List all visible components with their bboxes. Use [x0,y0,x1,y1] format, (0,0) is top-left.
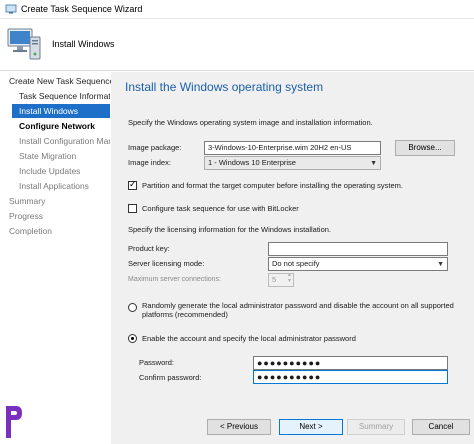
summary-button: Summary [347,419,405,435]
image-package-field[interactable]: 3-Windows-10-Enterprise.wim 20H2 en-US [204,141,381,155]
sidebar-item-task-sequence-information: Task Sequence Informatio [19,91,110,101]
sidebar-item-progress: Progress [9,211,44,221]
sidebar-item-include-updates: Include Updates [19,166,81,176]
window-title: Create Task Sequence Wizard [21,4,143,14]
server-licensing-label: Server licensing mode: [128,259,205,268]
image-package-label: Image package: [128,143,182,152]
password-label: Password: [139,358,175,367]
random-password-label-line2: platforms (recommended) [142,310,228,319]
title-bar: Create Task Sequence Wizard [0,0,474,19]
server-licensing-value: Do not specify [272,259,320,268]
cancel-button[interactable]: Cancel [412,419,470,435]
max-connections-value: 5 [272,275,277,284]
image-index-label: Image index: [128,158,171,167]
password-value: ●●●●●●●●●● [257,358,322,368]
random-password-radio[interactable] [128,303,137,312]
server-licensing-select[interactable]: Do not specify ▼ [268,257,448,271]
previous-button[interactable]: < Previous [207,419,271,435]
sidebar-item-completion: Completion [9,226,52,236]
partition-checkbox[interactable]: ✓ [128,179,137,190]
brand-logo-icon [6,406,22,438]
sidebar-item-install-configuration-manager: Install Configuration Mar [19,136,110,146]
sidebar-item-create-new-task-sequence: Create New Task Sequence [9,76,115,86]
wizard-footer: < Previous Next > Summary Cancel [111,407,474,444]
browse-button[interactable]: Browse... [395,140,455,156]
max-connections-spinner: 5 ▲ ▼ [268,273,294,287]
content-heading: Install the Windows operating system [125,80,324,94]
spinner-arrows-icon: ▲ ▼ [287,273,292,284]
image-index-value: 1 - Windows 10 Enterprise [208,158,296,167]
intro-text: Specify the Windows operating system ima… [128,118,373,127]
wizard-app-icon [5,4,17,14]
computer-icon [7,28,41,60]
product-key-input[interactable] [268,242,448,256]
sidebar-item-summary: Summary [9,196,46,206]
image-index-select[interactable]: 1 - Windows 10 Enterprise ▼ [204,156,381,170]
random-password-label-line1: Randomly generate the local administrato… [142,301,454,310]
confirm-password-input[interactable]: ●●●●●●●●●● [253,370,448,384]
chevron-down-icon: ▼ [370,160,377,167]
radio-selected-dot [131,337,134,340]
page-title: Install Windows [52,39,115,49]
checkmark-icon: ✓ [129,179,137,189]
enable-account-radio[interactable] [128,334,137,343]
sidebar-item-state-migration: State Migration [19,151,77,161]
confirm-password-value: ●●●●●●●●●● [257,372,322,382]
confirm-password-label: Confirm password: [139,373,202,382]
main-content-panel: Install the Windows operating system Spe… [111,72,474,407]
product-key-label: Product key: [128,244,170,253]
sidebar-item-configure-network: Configure Network [19,121,96,131]
wizard-header: Install Windows [0,19,474,71]
sidebar-item-install-applications: Install Applications [19,181,89,191]
sidebar-item-install-windows: Install Windows [12,104,110,118]
partition-label: Partition and format the target computer… [142,181,403,190]
enable-account-label: Enable the account and specify the local… [142,334,356,343]
max-connections-label: Maximum server connections: [128,276,221,283]
bitlocker-label: Configure task sequence for use with Bit… [142,204,299,213]
wizard-steps-sidebar: Create New Task Sequence Task Sequence I… [0,72,114,444]
chevron-down-icon: ▼ [437,261,444,268]
bitlocker-checkbox[interactable] [128,204,137,213]
licensing-intro-text: Specify the licensing information for th… [128,225,332,234]
next-button[interactable]: Next > [279,419,343,435]
password-input[interactable]: ●●●●●●●●●● [253,356,448,370]
